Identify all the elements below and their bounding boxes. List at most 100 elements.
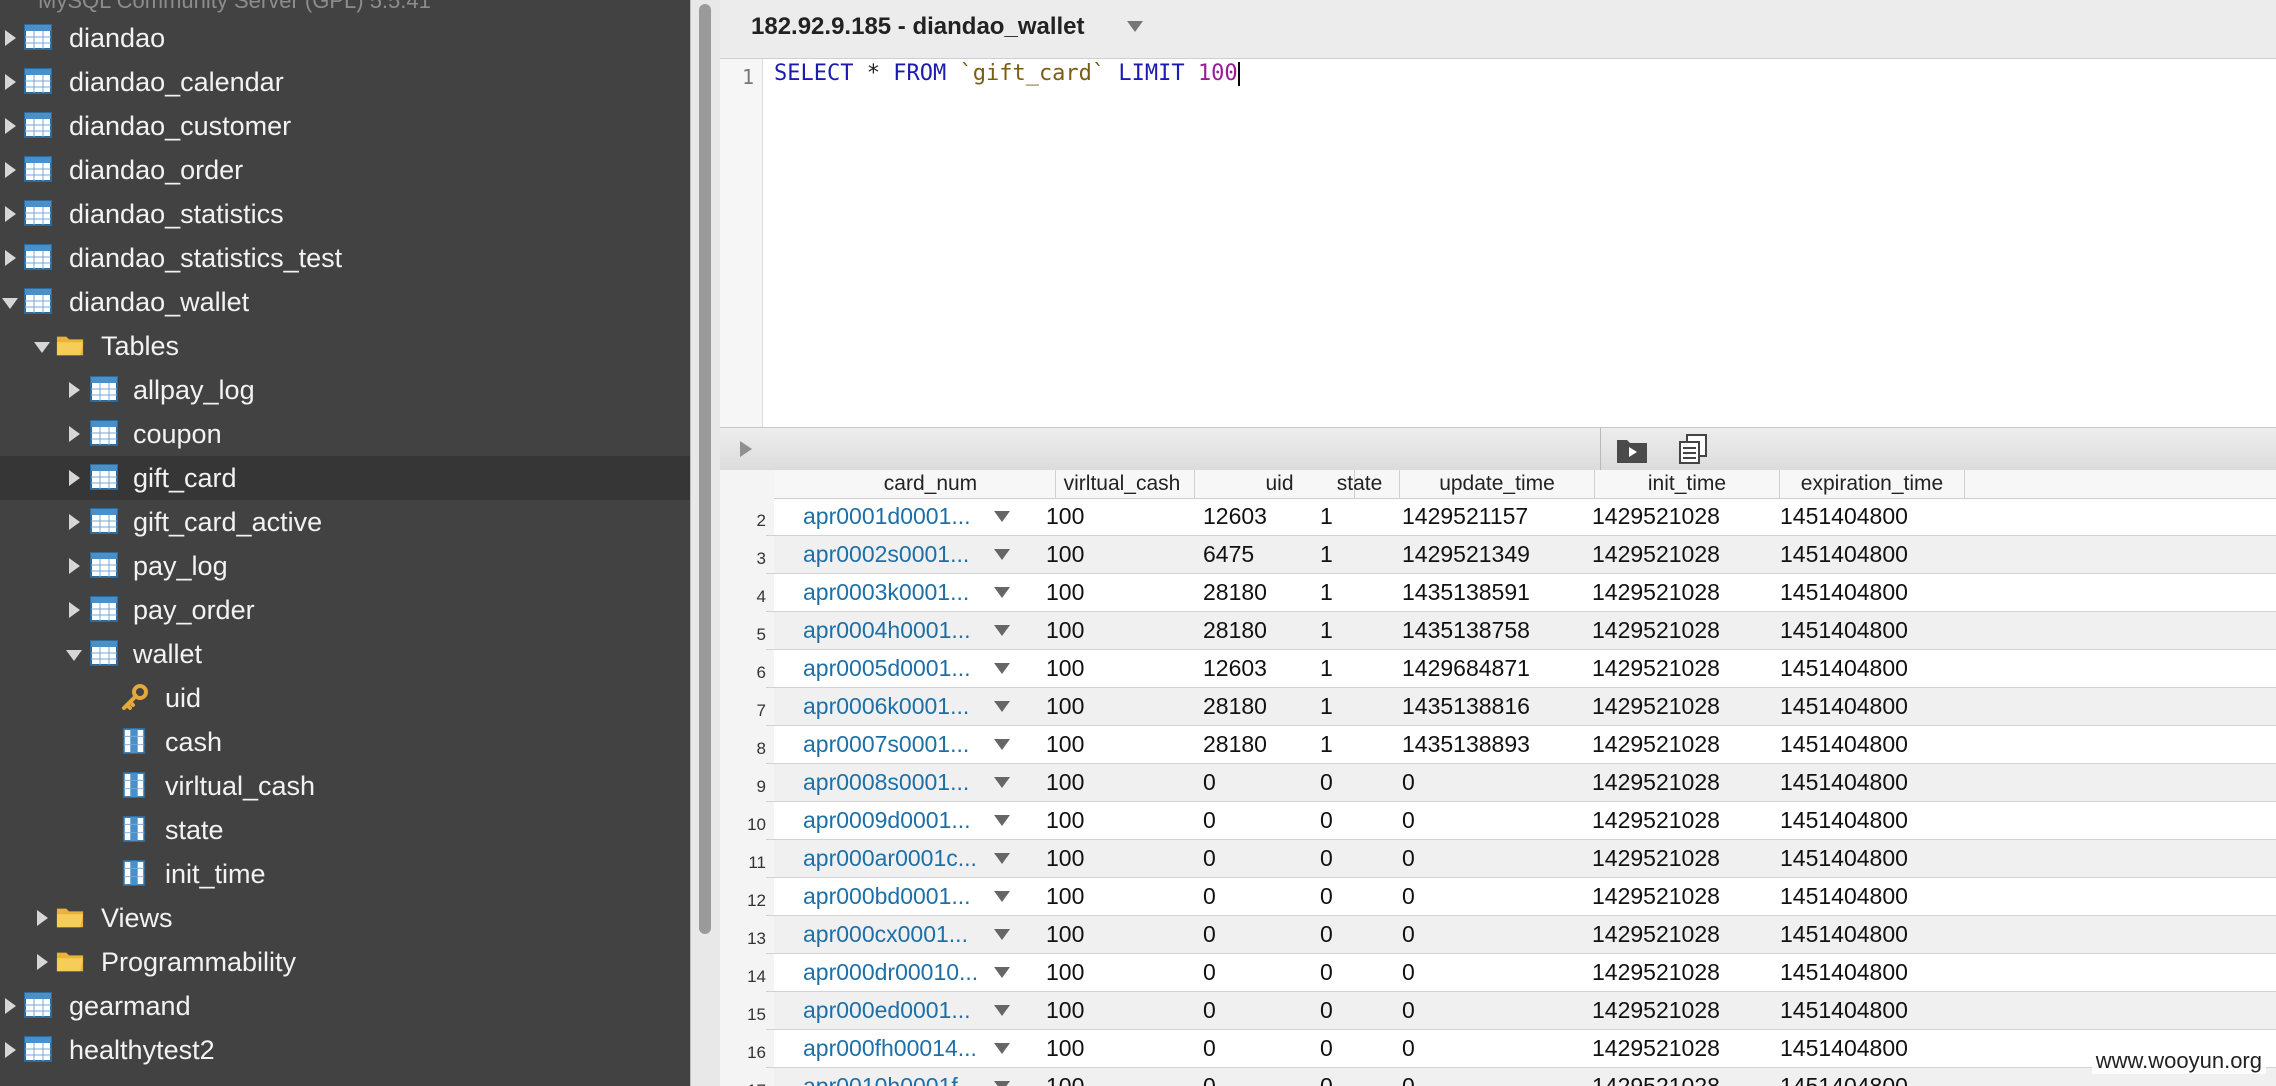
disclosure-collapsed-icon[interactable] xyxy=(5,1042,16,1058)
disclosure-collapsed-icon[interactable] xyxy=(5,206,16,222)
disclosure-collapsed-icon[interactable] xyxy=(69,470,80,486)
cell-uid[interactable]: 0 xyxy=(1203,764,1216,801)
sidebar-item-gift-card-active[interactable]: gift_card_active xyxy=(0,500,690,544)
disclosure-collapsed-icon[interactable] xyxy=(37,954,48,970)
cell-uid[interactable]: 12603 xyxy=(1203,650,1267,687)
sidebar-item-allpay-log[interactable]: allpay_log xyxy=(0,368,690,412)
cell-virltual-cash[interactable]: 100 xyxy=(1046,1068,1084,1086)
column-header-expiration-time[interactable]: expiration_time xyxy=(1780,470,1965,498)
cell-card-num[interactable]: apr000fh00014... xyxy=(803,1030,1003,1067)
disclosure-collapsed-icon[interactable] xyxy=(5,74,16,90)
cell-state[interactable]: 1 xyxy=(1320,650,1333,687)
table-row[interactable]: 14 apr000dr00010... 100 0 0 0 1429521028 145140… xyxy=(720,954,2276,992)
cell-expiration-time[interactable]: 1451404800 xyxy=(1780,916,1908,953)
cell-update-time[interactable]: 0 xyxy=(1402,840,1415,877)
cell-card-num[interactable]: apr000ar0001c... xyxy=(803,840,1003,877)
cell-expiration-time[interactable]: 1451404800 xyxy=(1780,802,1908,839)
cell-uid[interactable]: 6475 xyxy=(1203,536,1254,573)
column-header-virltual-cash[interactable]: virltual_cash xyxy=(1050,470,1195,498)
disclosure-collapsed-icon[interactable] xyxy=(37,910,48,926)
cell-uid[interactable]: 12603 xyxy=(1203,498,1267,535)
cell-dropdown-icon[interactable] xyxy=(994,511,1010,522)
cell-virltual-cash[interactable]: 100 xyxy=(1046,726,1084,763)
cell-state[interactable]: 1 xyxy=(1320,498,1333,535)
column-header-init-time[interactable]: init_time xyxy=(1595,470,1780,498)
cell-virltual-cash[interactable]: 100 xyxy=(1046,498,1084,535)
sidebar-item-wallet[interactable]: wallet xyxy=(0,632,690,676)
cell-init-time[interactable]: 1429521028 xyxy=(1592,574,1720,611)
column-header-update-time[interactable]: update_time xyxy=(1400,470,1595,498)
cell-card-num[interactable]: apr0006k0001... xyxy=(803,688,1003,725)
cell-init-time[interactable]: 1429521028 xyxy=(1592,878,1720,915)
cell-init-time[interactable]: 1429521028 xyxy=(1592,726,1720,763)
cell-virltual-cash[interactable]: 100 xyxy=(1046,536,1084,573)
cell-dropdown-icon[interactable] xyxy=(994,929,1010,940)
sidebar-item-virltual-cash[interactable]: virltual_cash xyxy=(0,764,690,808)
sql-editor[interactable]: 1 SELECT * FROM `gift_card` LIMIT 100 xyxy=(720,59,2276,427)
cell-card-num[interactable]: apr0008s0001... xyxy=(803,764,1003,801)
disclosure-expanded-icon[interactable] xyxy=(66,650,82,661)
sidebar-item-diandao-calendar[interactable]: diandao_calendar xyxy=(0,60,690,104)
cell-update-time[interactable]: 1429521157 xyxy=(1402,498,1528,535)
cell-uid[interactable]: 0 xyxy=(1203,878,1216,915)
cell-uid[interactable]: 0 xyxy=(1203,992,1216,1029)
cell-state[interactable]: 1 xyxy=(1320,536,1333,573)
export-results-icon[interactable] xyxy=(1616,436,1648,464)
sidebar-item-diandao-wallet[interactable]: diandao_wallet xyxy=(0,280,690,324)
disclosure-collapsed-icon[interactable] xyxy=(5,30,16,46)
disclosure-collapsed-icon[interactable] xyxy=(69,602,80,618)
cell-virltual-cash[interactable]: 100 xyxy=(1046,802,1084,839)
cell-virltual-cash[interactable]: 100 xyxy=(1046,764,1084,801)
run-query-icon[interactable] xyxy=(740,441,752,457)
cell-state[interactable]: 0 xyxy=(1320,802,1333,839)
sidebar-item-pay-order[interactable]: pay_order xyxy=(0,588,690,632)
cell-update-time[interactable]: 0 xyxy=(1402,764,1415,801)
cell-dropdown-icon[interactable] xyxy=(994,891,1010,902)
cell-update-time[interactable]: 1429521349 xyxy=(1402,536,1530,573)
cell-uid[interactable]: 28180 xyxy=(1203,574,1267,611)
cell-expiration-time[interactable]: 1451404800 xyxy=(1780,574,1908,611)
cell-card-num[interactable]: apr0001d0001... xyxy=(803,498,1003,535)
cell-expiration-time[interactable]: 1451404800 xyxy=(1780,1068,1908,1086)
cell-update-time[interactable]: 1435138893 xyxy=(1402,726,1530,763)
cell-state[interactable]: 0 xyxy=(1320,916,1333,953)
cell-state[interactable]: 0 xyxy=(1320,954,1333,991)
disclosure-collapsed-icon[interactable] xyxy=(69,382,80,398)
sidebar-item-state[interactable]: state xyxy=(0,808,690,852)
cell-uid[interactable]: 0 xyxy=(1203,1030,1216,1067)
cell-uid[interactable]: 0 xyxy=(1203,840,1216,877)
cell-state[interactable]: 0 xyxy=(1320,992,1333,1029)
cell-virltual-cash[interactable]: 100 xyxy=(1046,992,1084,1029)
cell-init-time[interactable]: 1429521028 xyxy=(1592,840,1720,877)
table-row[interactable]: 8 apr0007s0001... 100 28180 1 1435138893 14295… xyxy=(720,726,2276,764)
cell-dropdown-icon[interactable] xyxy=(994,777,1010,788)
sidebar-item-diandao-statistics-test[interactable]: diandao_statistics_test xyxy=(0,236,690,280)
cell-state[interactable]: 1 xyxy=(1320,574,1333,611)
results-toolbar[interactable] xyxy=(720,427,2276,471)
sidebar-item-uid[interactable]: uid xyxy=(0,676,690,720)
cell-virltual-cash[interactable]: 100 xyxy=(1046,916,1084,953)
cell-virltual-cash[interactable]: 100 xyxy=(1046,574,1084,611)
cell-expiration-time[interactable]: 1451404800 xyxy=(1780,536,1908,573)
cell-update-time[interactable]: 1435138816 xyxy=(1402,688,1530,725)
cell-card-num[interactable]: apr0003k0001... xyxy=(803,574,1003,611)
disclosure-collapsed-icon[interactable] xyxy=(5,250,16,266)
cell-expiration-time[interactable]: 1451404800 xyxy=(1780,498,1908,535)
cell-expiration-time[interactable]: 1451404800 xyxy=(1780,688,1908,725)
cell-init-time[interactable]: 1429521028 xyxy=(1592,954,1720,991)
cell-uid[interactable]: 28180 xyxy=(1203,612,1267,649)
table-row[interactable]: 9 apr0008s0001... 100 0 0 0 1429521028 14514048… xyxy=(720,764,2276,802)
cell-card-num[interactable]: apr000cx0001... xyxy=(803,916,1003,953)
sidebar-scroll-thumb[interactable] xyxy=(699,4,711,934)
cell-expiration-time[interactable]: 1451404800 xyxy=(1780,650,1908,687)
cell-dropdown-icon[interactable] xyxy=(994,853,1010,864)
table-row[interactable]: 11 apr000ar0001c... 100 0 0 0 1429521028 145140… xyxy=(720,840,2276,878)
cell-uid[interactable]: 28180 xyxy=(1203,688,1267,725)
disclosure-collapsed-icon[interactable] xyxy=(5,162,16,178)
cell-card-num[interactable]: apr0010h0001f... xyxy=(803,1068,1003,1086)
cell-state[interactable]: 1 xyxy=(1320,688,1333,725)
cell-update-time[interactable]: 0 xyxy=(1402,1068,1415,1086)
table-row[interactable]: 4 apr0003k0001... 100 28180 1 1435138591 14295… xyxy=(720,574,2276,612)
cell-virltual-cash[interactable]: 100 xyxy=(1046,878,1084,915)
cell-init-time[interactable]: 1429521028 xyxy=(1592,992,1720,1029)
